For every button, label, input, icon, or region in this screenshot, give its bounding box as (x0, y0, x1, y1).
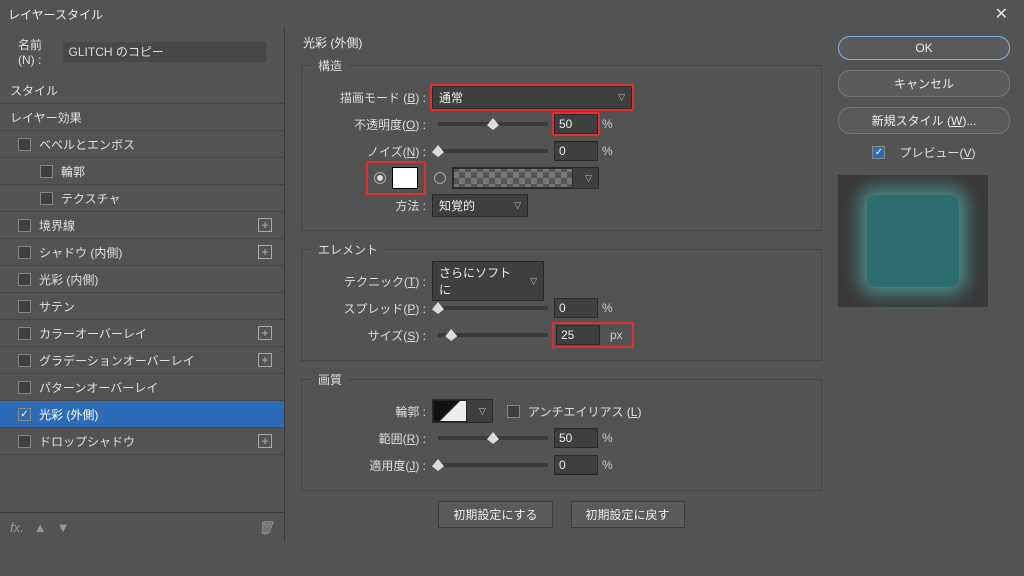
sidebar-item-color-overlay[interactable]: カラーオーバーレイ+ (0, 320, 284, 347)
spread-input[interactable] (554, 298, 598, 318)
sidebar-item-texture[interactable]: テクスチャ (0, 185, 284, 212)
down-icon[interactable]: ▼ (57, 520, 70, 535)
spread-slider[interactable] (438, 306, 548, 310)
antialias-label: アンチエイリアス (L) (528, 403, 642, 420)
sidebar-item-outer-glow[interactable]: 光彩 (外側) (0, 401, 284, 428)
plus-icon[interactable]: + (258, 326, 272, 340)
range-slider[interactable] (438, 436, 548, 440)
sidebar-layer-effects[interactable]: レイヤー効果 (0, 104, 284, 131)
name-input[interactable] (63, 42, 266, 62)
sidebar-item-pattern-overlay[interactable]: パターンオーバーレイ (0, 374, 284, 401)
quality-group: 画質 輪郭 : ▽ アンチエイリアス (L) 範囲(R) : % 適用度(J) … (301, 371, 822, 491)
sidebar-item-drop-shadow[interactable]: ドロップシャドウ+ (0, 428, 284, 455)
gradient-radio[interactable] (434, 172, 446, 184)
spread-label: スプレッド(P) : (312, 300, 432, 317)
new-style-button[interactable]: 新規スタイル (W)... (838, 107, 1010, 134)
plus-icon[interactable]: + (258, 245, 272, 259)
antialias-checkbox[interactable] (507, 405, 520, 418)
technique-select[interactable]: さらにソフト に▽ (432, 261, 544, 301)
sidebar-item-gradient-overlay[interactable]: グラデーションオーバーレイ+ (0, 347, 284, 374)
preview-thumbnail (838, 175, 988, 307)
noise-input[interactable] (554, 141, 598, 161)
jitter-slider[interactable] (438, 463, 548, 467)
range-input[interactable] (554, 428, 598, 448)
opacity-slider[interactable] (438, 122, 548, 126)
blend-mode-label: 描画モード (B) : (312, 89, 432, 106)
jitter-label: 適用度(J) : (312, 457, 432, 474)
method-label: 方法 : (312, 197, 432, 214)
noise-label: ノイズ(N) : (312, 143, 432, 160)
sidebar-item-satin[interactable]: サテン (0, 293, 284, 320)
technique-label: テクニック(T) : (312, 273, 432, 290)
opacity-label: 不透明度(O) : (312, 116, 432, 133)
sidebar-header[interactable]: スタイル (0, 77, 284, 104)
noise-slider[interactable] (438, 149, 548, 153)
up-icon[interactable]: ▲ (34, 520, 47, 535)
trash-icon[interactable]: 🗑 (257, 520, 274, 536)
panel-title: 光彩 (外側) (303, 34, 822, 51)
styles-sidebar: 名前(N) : スタイル レイヤー効果 ベベルとエンボス 輪郭 テクスチャ 境界… (0, 28, 285, 542)
structure-group: 構造 描画モード (B) : 通常▽ 不透明度(O) : % ノイズ(N) : … (301, 57, 822, 231)
color-radio[interactable] (374, 172, 386, 184)
preview-label: プレビュー(V) (899, 144, 975, 161)
effect-panel: 光彩 (外側) 構造 描画モード (B) : 通常▽ 不透明度(O) : % ノ… (285, 28, 834, 542)
right-panel: OK キャンセル 新規スタイル (W)... プレビュー(V) (834, 28, 1024, 542)
dialog-title: レイヤースタイル (8, 6, 103, 23)
plus-icon[interactable]: + (258, 353, 272, 367)
sidebar-item-bevel[interactable]: ベベルとエンボス (0, 131, 284, 158)
close-icon[interactable]: ✕ (987, 4, 1016, 24)
size-label: サイズ(S) : (312, 327, 432, 344)
plus-icon[interactable]: + (258, 218, 272, 232)
size-input[interactable] (556, 325, 600, 345)
reset-default-button[interactable]: 初期設定に戻す (571, 501, 685, 528)
sidebar-item-inner-glow[interactable]: 光彩 (内側) (0, 266, 284, 293)
method-select[interactable]: 知覚的▽ (432, 194, 528, 217)
plus-icon[interactable]: + (258, 434, 272, 448)
gradient-picker[interactable]: ▽ (452, 167, 599, 189)
size-slider[interactable] (438, 333, 548, 337)
contour-picker[interactable]: ▽ (432, 399, 493, 423)
preview-checkbox[interactable] (872, 146, 885, 159)
sidebar-item-inner-shadow[interactable]: シャドウ (内側)+ (0, 239, 284, 266)
opacity-input[interactable] (554, 114, 598, 134)
blend-mode-select[interactable]: 通常▽ (432, 86, 632, 109)
name-label: 名前(N) : (18, 36, 55, 67)
cancel-button[interactable]: キャンセル (838, 70, 1010, 97)
glow-color-swatch[interactable] (392, 167, 418, 189)
jitter-input[interactable] (554, 455, 598, 475)
fx-icon[interactable]: fx. (10, 520, 24, 535)
element-group: エレメント テクニック(T) : さらにソフト に▽ スプレッド(P) : % … (301, 241, 822, 361)
sidebar-item-stroke[interactable]: 境界線+ (0, 212, 284, 239)
ok-button[interactable]: OK (838, 36, 1010, 60)
sidebar-item-contour[interactable]: 輪郭 (0, 158, 284, 185)
range-label: 範囲(R) : (312, 430, 432, 447)
contour-label: 輪郭 : (312, 403, 432, 420)
make-default-button[interactable]: 初期設定にする (438, 501, 552, 528)
